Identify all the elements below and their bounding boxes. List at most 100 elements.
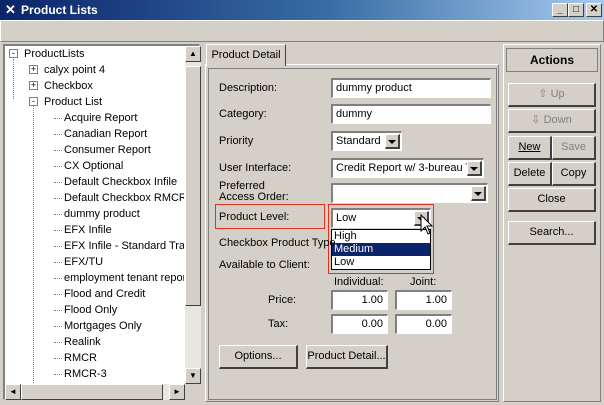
price-individual-field[interactable]: 1.00 (331, 290, 388, 310)
preferred-access-label: Preferred Access Order: (219, 181, 289, 203)
toolbar-area (0, 20, 604, 42)
tree-vertical-scrollbar[interactable]: ▲ ▼ (185, 46, 201, 384)
actions-header: Actions (506, 48, 598, 72)
description-label: Description: (219, 82, 278, 94)
tree-expander-icon[interactable]: + (29, 81, 38, 90)
level-option-high[interactable]: High (332, 230, 430, 243)
user-interface-select[interactable]: Credit Report w/ 3-bureau T (331, 158, 484, 178)
scroll-left-icon[interactable]: ◄ (5, 384, 21, 400)
user-interface-value: Credit Report w/ 3-bureau T (336, 162, 473, 174)
close-button[interactable]: Close (508, 188, 596, 212)
price-joint-field[interactable]: 1.00 (395, 290, 452, 310)
tree-item[interactable]: CX Optional (64, 159, 184, 173)
tree-item[interactable]: dummy product (64, 207, 184, 221)
product-detail-button[interactable]: Product Detail... (306, 345, 388, 369)
tree-guide (33, 103, 35, 383)
scroll-down-icon[interactable]: ▼ (185, 368, 201, 384)
scroll-corner (185, 384, 201, 400)
tree-item[interactable]: Checkbox (44, 79, 93, 93)
tree-item[interactable]: EFX Infile - Standard Trac (64, 239, 184, 253)
level-option-low[interactable]: Low (332, 256, 430, 269)
search-button[interactable]: Search... (508, 221, 596, 245)
down-label: Down (543, 114, 572, 126)
product-level-label: Product Level: (219, 211, 290, 223)
tree-item[interactable]: EFX Infile (64, 223, 184, 237)
checkbox-type-label: Checkbox Product Type (219, 237, 336, 249)
up-arrow-icon: ⇧ (538, 88, 548, 100)
preferred-access-select[interactable] (331, 183, 488, 203)
tree-guide (54, 198, 62, 199)
user-interface-label: User Interface: (219, 162, 292, 174)
product-level-value: Low (336, 212, 357, 224)
tree-item[interactable]: Flood and Credit (64, 287, 184, 301)
tree-collapse-icon[interactable]: - (9, 49, 18, 58)
tree-item[interactable]: Mortgages Only (64, 319, 184, 333)
tree-guide (54, 342, 62, 343)
description-field[interactable]: dummy product (331, 78, 491, 98)
tree-guide (54, 294, 62, 295)
down-button[interactable]: ⇩ Down (508, 109, 596, 133)
tree-guide (54, 246, 62, 247)
tree-guide (54, 214, 62, 215)
app-icon: ✕ (5, 2, 16, 17)
down-arrow-icon: ⇩ (531, 114, 541, 126)
up-label: Up (550, 88, 565, 100)
tree-guide (54, 358, 62, 359)
tax-individual-field[interactable]: 0.00 (331, 314, 388, 334)
individual-label: Individual: (334, 276, 384, 288)
price-label: Price: (268, 294, 297, 306)
available-label: Available to Client: (219, 259, 310, 271)
tree-guide (54, 310, 62, 311)
delete-button[interactable]: Delete (508, 162, 552, 186)
priority-label: Priority (219, 135, 254, 147)
tree-item[interactable]: Canadian Report (64, 127, 184, 141)
level-option-medium[interactable]: Medium (332, 243, 430, 256)
tree-guide (54, 374, 62, 375)
tree-expander-icon[interactable]: + (29, 65, 38, 74)
scroll-thumb[interactable] (185, 66, 201, 306)
new-button[interactable]: New (508, 136, 552, 160)
tree-guide (54, 278, 62, 279)
tree-guide (54, 230, 62, 231)
joint-label: Joint: (410, 276, 437, 288)
tree-item[interactable]: RMCR (64, 351, 184, 365)
chevron-down-icon[interactable] (467, 161, 482, 176)
tree-item[interactable]: RMCR-3 (64, 367, 184, 381)
maximize-button[interactable]: □ (568, 3, 584, 17)
tree-item[interactable]: employment tenant report (64, 271, 184, 285)
hscroll-thumb[interactable] (21, 384, 163, 400)
tree-expander-icon[interactable]: - (29, 97, 38, 106)
scroll-up-icon[interactable]: ▲ (185, 46, 201, 62)
tree-item[interactable]: calyx point 4 (44, 63, 105, 77)
tree-horizontal-scrollbar[interactable]: ◄ ► (5, 384, 185, 400)
tree-guide (54, 326, 62, 327)
preferred-label-line2: Access Order: (219, 191, 289, 203)
tree-item[interactable]: Consumer Report (64, 143, 184, 157)
scroll-right-icon[interactable]: ► (169, 384, 185, 400)
tree-item[interactable]: Flood Only (64, 303, 184, 317)
up-button[interactable]: ⇧ Up (508, 83, 596, 107)
chevron-down-icon[interactable] (385, 134, 400, 149)
chevron-down-icon[interactable] (471, 186, 486, 201)
priority-select[interactable]: Standard (331, 131, 402, 151)
tax-joint-field[interactable]: 0.00 (395, 314, 452, 334)
minimize-button[interactable]: _ (552, 3, 568, 17)
tree-item[interactable]: Acquire Report (64, 111, 184, 125)
close-window-button[interactable]: ✕ (586, 3, 602, 17)
tab-product-detail[interactable]: Product Detail (206, 44, 286, 66)
copy-button[interactable]: Copy (552, 162, 596, 186)
priority-value: Standard (336, 135, 381, 147)
category-field[interactable]: dummy (331, 104, 491, 124)
product-level-list[interactable]: High Medium Low (331, 229, 431, 270)
category-label: Category: (219, 108, 267, 120)
save-button[interactable]: Save (552, 136, 596, 160)
tree-item[interactable]: Product List (44, 95, 102, 109)
tree-item[interactable]: EFX/TU (64, 255, 184, 269)
tree-item[interactable]: Default Checkbox RMCR (64, 191, 184, 205)
tree-item[interactable]: Default Checkbox Infile (64, 175, 184, 189)
tree-guide (54, 134, 62, 135)
product-level-select[interactable]: Low (331, 208, 431, 228)
options-button[interactable]: Options... (219, 345, 298, 369)
tree-root[interactable]: ProductLists (24, 47, 85, 61)
tree-item[interactable]: Realink (64, 335, 184, 349)
